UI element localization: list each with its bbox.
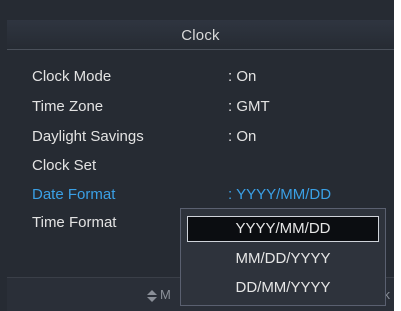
menu-item-value: : YYYY/MM/DD bbox=[228, 186, 332, 203]
menu-item-label: Date Format bbox=[32, 186, 116, 203]
panel-header: Clock bbox=[7, 20, 394, 50]
menu-item-label: Time Zone bbox=[32, 98, 104, 115]
menu-item-date-format[interactable]: Date Format : YYYY/MM/DD bbox=[32, 186, 392, 208]
menu-item-label: Clock Mode bbox=[32, 68, 112, 85]
menu-item-label: Time Format bbox=[32, 214, 117, 231]
page-edge bbox=[394, 0, 401, 311]
menu-item-clock-set[interactable]: Clock Set bbox=[32, 157, 392, 179]
menu-item-daylight-savings[interactable]: Daylight Savings : On bbox=[32, 128, 392, 150]
panel-title: Clock bbox=[181, 27, 220, 44]
updown-icon bbox=[147, 289, 157, 302]
date-format-dropdown[interactable]: YYYY/MM/DD MM/DD/YYYY DD/MM/YYYY bbox=[180, 208, 386, 306]
menu-item-value: : On bbox=[228, 68, 257, 85]
menu-item-label: Clock Set bbox=[32, 157, 97, 174]
dropdown-option-yyyy-mm-dd[interactable]: YYYY/MM/DD bbox=[187, 216, 379, 242]
menu-item-value: : GMT bbox=[228, 98, 270, 115]
dropdown-option-dd-mm-yyyy[interactable]: DD/MM/YYYY bbox=[187, 275, 379, 301]
footer-hint-text: M bbox=[160, 287, 171, 302]
menu-item-time-zone[interactable]: Time Zone : GMT bbox=[32, 98, 392, 120]
menu-item-label: Daylight Savings bbox=[32, 128, 144, 145]
footer-hint: M bbox=[147, 287, 171, 302]
menu-item-clock-mode[interactable]: Clock Mode : On bbox=[32, 68, 392, 90]
dropdown-option-mm-dd-yyyy[interactable]: MM/DD/YYYY bbox=[187, 246, 379, 272]
menu-item-value: : On bbox=[228, 128, 257, 145]
